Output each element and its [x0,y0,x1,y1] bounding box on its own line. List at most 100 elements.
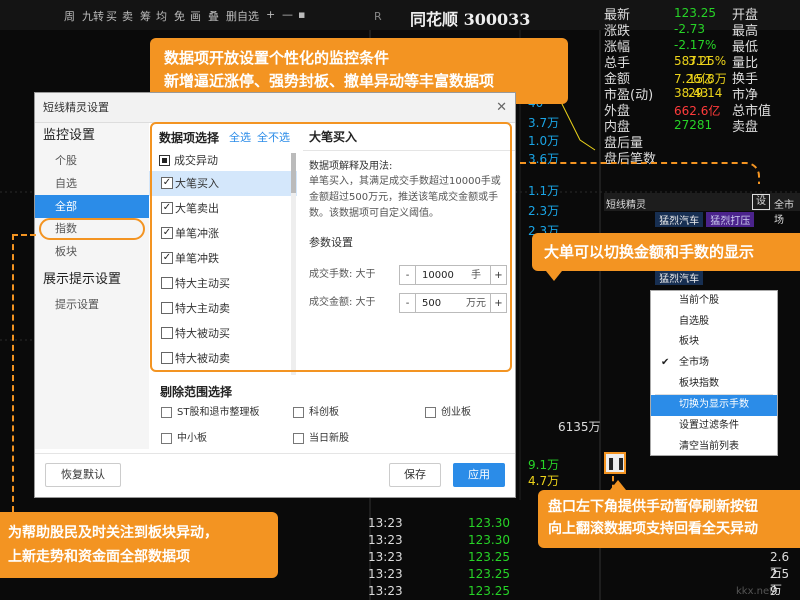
reset-button[interactable]: 恢复默认 [45,463,121,487]
callout-lot-display: 大单可以切换金额和手数的显示 [532,233,800,281]
toolbar-tool[interactable]: 筹 [140,8,151,24]
save-button[interactable]: 保存 [389,463,441,487]
callout-text: 盘口左下角提供手动暂停刷新按钮 [548,499,758,515]
tick-price: 123.30 [468,516,510,530]
menu-item-label: 设置过滤条件 [679,420,739,432]
callout-text: 数据项开放设置个性化的监控条件 [164,49,390,67]
quote-value: -2.17% [674,38,717,52]
r-label: R [374,10,382,23]
tick-price: 123.25 [468,584,510,598]
watermark: kkx.net [736,586,774,597]
volume-value: 1.0万 [528,134,560,148]
short-panel-row: 猛烈汽车 [604,270,800,285]
dialog-sidebar: 监控设置 个股 自选 全部 指数 板块 展示提示设置 提示设置 [35,123,149,449]
quote-value-right: 15.8万 [688,72,727,86]
checkbox[interactable] [293,407,304,418]
exclude-label: 中小板 [177,433,207,444]
callout-text: 为帮助股民及时关注到板块异动， [8,525,218,541]
quote-value: -2.73 [674,22,706,36]
dialog-title: 短线精灵设置 [43,101,109,114]
dialog-footer: 恢复默认 保存 应用 [35,453,515,497]
exclude-star-market[interactable]: 科创板 [293,406,339,420]
menu-item-label: 全市场 [679,357,709,369]
exclude-sme[interactable]: 中小板 [161,432,207,446]
tick-row: 13:23 123.25 [368,584,528,598]
tag-car: 猛烈汽车 [655,212,704,227]
callout-pause: 盘口左下角提供手动暂停刷新按钮 向上翻滚数据项支持回看全天异动 [538,480,800,548]
tick-row: 13:23 123.30 [368,533,528,547]
toolbar-tool[interactable]: 叠 [208,8,219,24]
menu-item-label: 板块指数 [679,377,719,389]
toolbar-tool[interactable]: 删自选 [226,8,259,24]
connector-line [12,234,36,512]
sidebar-item-stock[interactable]: 个股 [35,149,149,172]
short-panel-label: 短线精灵 [606,200,646,211]
quote-label-right: 卖盘 [732,120,759,135]
display-settings-heading: 展示提示设置 [43,272,122,287]
exclude-st[interactable]: ST股和退市整理板 [161,406,259,420]
toolbar-tool[interactable]: 周 [64,8,75,24]
check-icon: ✔ [661,357,670,369]
toolbar-tool[interactable]: 画 [190,8,201,24]
volume-value: 1.1万 [528,184,560,198]
toolbar-tool[interactable]: + [266,8,275,21]
pause-icon[interactable]: ❚❚ [604,452,626,474]
toolbar-tool[interactable]: — [282,8,293,21]
tick-time: 13:23 [368,550,403,564]
menu-item[interactable]: 设置过滤条件 [651,416,777,437]
exclude-heading: 剔除范围选择 [160,385,233,399]
exclude-label: 创业板 [441,407,471,418]
context-menu: 当前个股自选股 板块 ✔ 全市场板块指数切换为显示手数设置过滤条件 清空当前列表 [650,290,778,456]
quote-value-right: 3.25% [688,54,727,68]
toolbar-tool[interactable]: 买 [106,8,117,24]
menu-item[interactable]: 清空当前列表 [651,437,777,458]
exclude-gem[interactable]: 创业板 [425,406,471,420]
menu-item-label: 当前个股 [679,295,719,306]
exclude-new-stock[interactable]: 当日新股 [293,432,349,446]
menu-item[interactable]: 自选股 [651,312,777,333]
apply-button[interactable]: 应用 [453,463,505,487]
menu-item[interactable]: ✔ 全市场 [651,353,777,374]
checkbox[interactable] [293,433,304,444]
side-value: 6135万 [558,420,601,434]
tick-row: 13:23 123.30 [368,516,528,530]
toolbar-tool[interactable]: 免 [174,8,185,24]
toolbar-tool[interactable]: ▪ [298,8,305,21]
tick-row: 13:23 123.25 [368,550,528,564]
checkbox[interactable] [161,433,172,444]
exclude-label: ST股和退市整理板 [177,407,260,418]
checkbox[interactable] [161,407,172,418]
menu-item[interactable]: 切换为显示手数 [651,395,777,417]
toolbar-tool[interactable]: 卖 [122,8,133,24]
sidebar-item-watchlist[interactable]: 自选 [35,172,149,195]
connector-line [520,162,760,184]
tick-price: 123.30 [468,533,510,547]
menu-item-label: 清空当前列表 [679,440,739,452]
tag-car: 猛烈汽车 [655,270,704,285]
menu-item[interactable]: 板块指数 [651,374,777,395]
menu-item[interactable]: 当前个股 [651,291,777,312]
tick-price: 123.25 [468,550,510,564]
checkbox[interactable] [425,407,436,418]
sidebar-item-prompt-settings[interactable]: 提示设置 [35,293,149,316]
sidebar-item-sector[interactable]: 板块 [35,240,149,263]
quote-value: 27281 [674,118,713,132]
tag-arrow: 猛烈打压 [706,212,755,227]
short-panel-settings-button[interactable]: 设 [752,194,770,210]
tick-time: 13:23 [368,516,403,530]
sidebar-item-index[interactable]: 指数 [39,218,145,240]
quote-value-right: 29.14 [688,86,723,100]
tick-price: 123.25 [468,567,510,581]
callout-text: 向上翻滚数据项支持回看全天异动 [548,521,758,537]
toolbar-tool[interactable]: 均 [156,8,167,24]
monitor-settings-heading: 监控设置 [43,128,96,143]
close-icon[interactable]: ✕ [496,93,507,123]
callout-sector: 为帮助股民及时关注到板块异动， 上新走势和资金面全部数据项 [0,512,278,578]
side-value: 9.1万 [528,458,560,472]
sidebar-item-all[interactable]: 全部 [35,195,149,218]
volume-value: 3.7万 [528,116,560,130]
short-panel-row: 猛烈汽车 猛烈打压 [604,212,800,227]
toolbar-tool[interactable]: 九转 [82,8,104,24]
menu-item[interactable]: 板块 [651,332,777,353]
tick-time: 13:23 [368,533,403,547]
